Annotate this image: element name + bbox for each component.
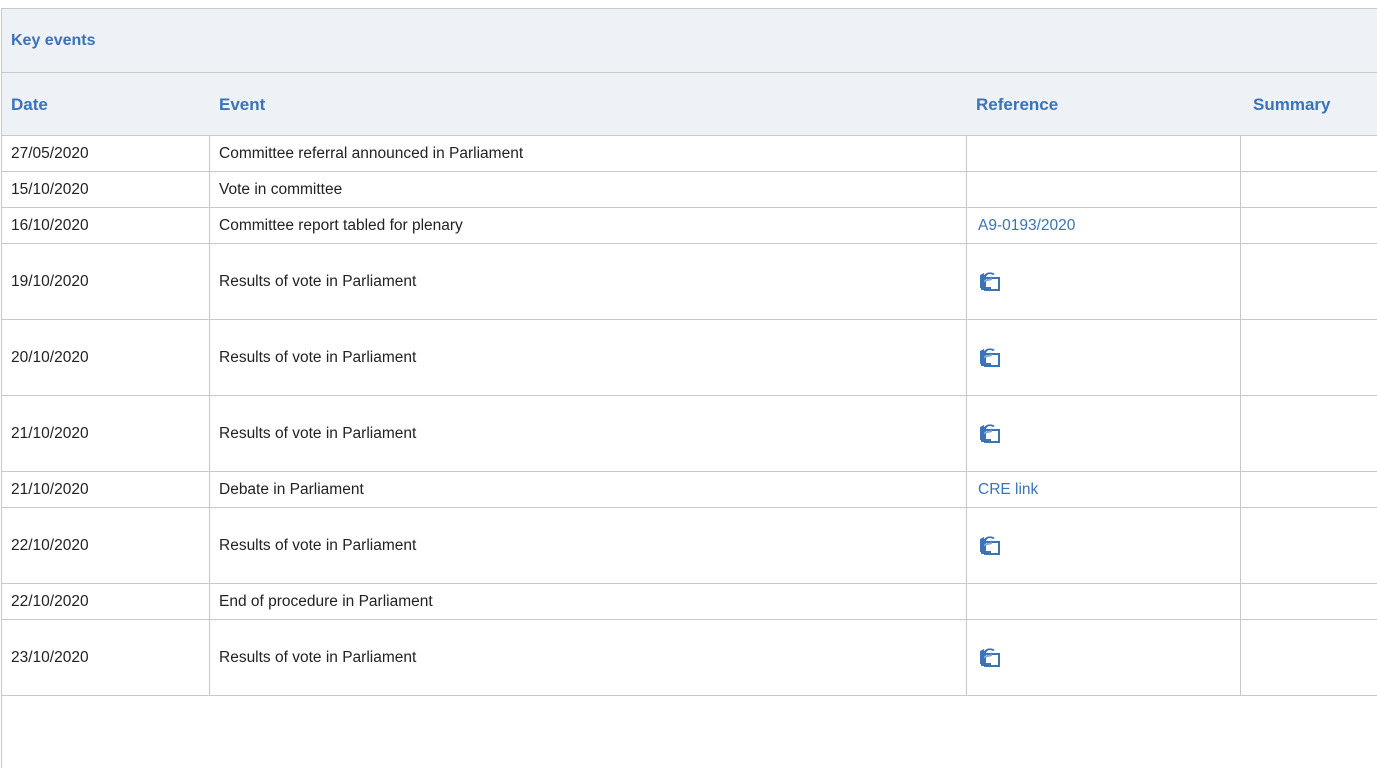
table-row: 23/10/2020 Results of vote in Parliament (2, 620, 1377, 696)
reference-link[interactable]: CRE link (978, 481, 1038, 499)
table-row: 16/10/2020 Committee report tabled for pl… (2, 208, 1377, 244)
cell-date: 21/10/2020 (2, 472, 210, 507)
table-header-row: Date Event Reference Summary (2, 73, 1377, 136)
column-header-date: Date (11, 95, 48, 114)
cell-date: 16/10/2020 (2, 208, 210, 243)
cell-summary (1241, 172, 1377, 207)
cell-reference (967, 584, 1241, 619)
cell-reference (967, 172, 1241, 207)
table-row: 21/10/2020 Debate in Parliament CRE link (2, 472, 1377, 508)
cell-date: 23/10/2020 (2, 620, 210, 695)
cell-event: Committee report tabled for plenary (210, 208, 967, 243)
cell-reference (967, 396, 1241, 471)
cell-event: Results of vote in Parliament (210, 320, 967, 395)
cell-reference: A9-0193/2020 (967, 208, 1241, 243)
table-row: 19/10/2020 Results of vote in Parliament (2, 244, 1377, 320)
table-body: 27/05/2020 Committee referral announced i… (2, 136, 1377, 696)
column-header-event: Event (219, 95, 266, 114)
cell-event: Results of vote in Parliament (210, 396, 967, 471)
cell-summary (1241, 396, 1377, 471)
cell-reference (967, 508, 1241, 583)
column-header-summary: Summary (1253, 95, 1331, 114)
column-header-reference: Reference (976, 95, 1059, 114)
table-row: 22/10/2020 Results of vote in Parliament (2, 508, 1377, 584)
panel-title: Key events (11, 32, 96, 49)
cell-date: 22/10/2020 (2, 584, 210, 619)
cell-event: Results of vote in Parliament (210, 508, 967, 583)
cell-event: Vote in committee (210, 172, 967, 207)
cell-date: 21/10/2020 (2, 396, 210, 471)
vote-results-icon[interactable] (976, 421, 1002, 447)
panel-header: Key events (2, 9, 1377, 73)
cell-date: 15/10/2020 (2, 172, 210, 207)
cell-event: Results of vote in Parliament (210, 244, 967, 319)
table-row: 22/10/2020 End of procedure in Parliament (2, 584, 1377, 620)
table-row: 21/10/2020 Results of vote in Parliament (2, 396, 1377, 472)
vote-results-icon[interactable] (976, 645, 1002, 671)
cell-event: End of procedure in Parliament (210, 584, 967, 619)
cell-date: 22/10/2020 (2, 508, 210, 583)
reference-link[interactable]: A9-0193/2020 (978, 217, 1075, 235)
cell-date: 19/10/2020 (2, 244, 210, 319)
cell-summary (1241, 472, 1377, 507)
table-row: 20/10/2020 Results of vote in Parliament (2, 320, 1377, 396)
cell-reference: CRE link (967, 472, 1241, 507)
vote-results-icon[interactable] (976, 269, 1002, 295)
cell-reference (967, 244, 1241, 319)
cell-reference (967, 620, 1241, 695)
cell-summary (1241, 208, 1377, 243)
vote-results-icon[interactable] (976, 345, 1002, 371)
vote-results-icon[interactable] (976, 533, 1002, 559)
cell-event: Committee referral announced in Parliame… (210, 136, 967, 171)
table-row: 27/05/2020 Committee referral announced i… (2, 136, 1377, 172)
cell-reference (967, 136, 1241, 171)
cell-summary (1241, 244, 1377, 319)
cell-summary (1241, 320, 1377, 395)
cell-event: Results of vote in Parliament (210, 620, 967, 695)
cell-event: Debate in Parliament (210, 472, 967, 507)
cell-date: 20/10/2020 (2, 320, 210, 395)
key-events-panel: Key events Date Event Reference Summary … (1, 8, 1377, 768)
cell-summary (1241, 620, 1377, 695)
table-row: 15/10/2020 Vote in committee (2, 172, 1377, 208)
cell-summary (1241, 508, 1377, 583)
cell-reference (967, 320, 1241, 395)
cell-summary (1241, 584, 1377, 619)
cell-date: 27/05/2020 (2, 136, 210, 171)
cell-summary (1241, 136, 1377, 171)
